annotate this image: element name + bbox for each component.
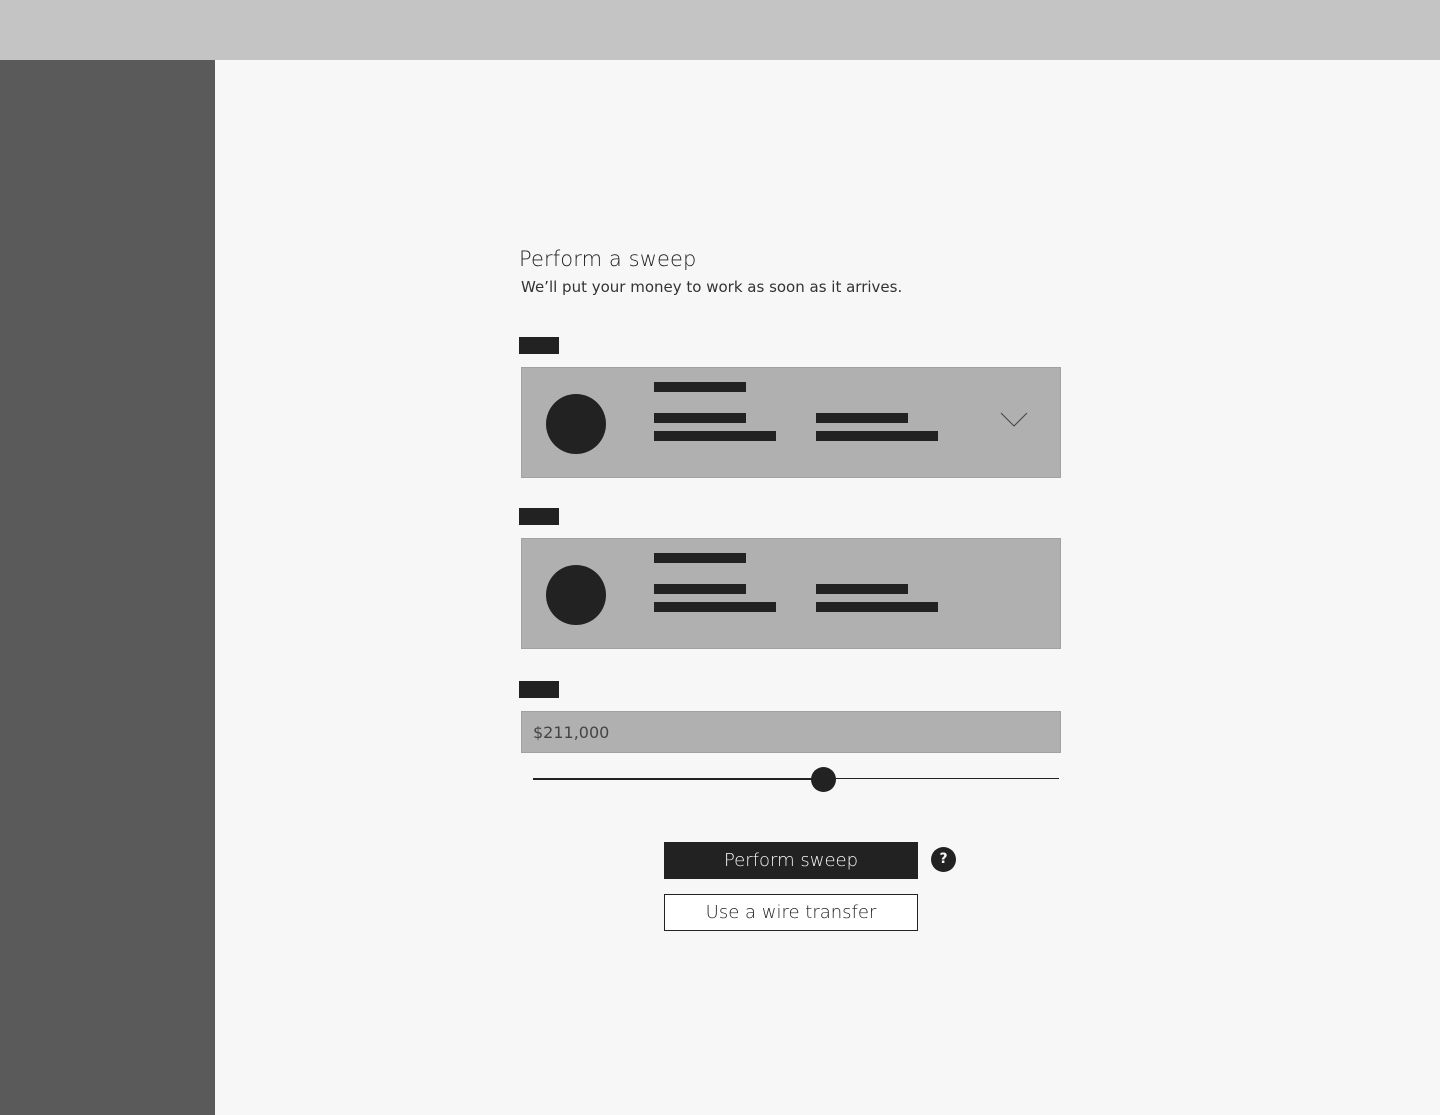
account-detail-label-placeholder: [654, 584, 746, 594]
amount-label-placeholder: [519, 681, 559, 698]
amount-slider[interactable]: [533, 766, 1059, 792]
top-bar: [0, 0, 1440, 60]
account-name-placeholder: [654, 382, 746, 392]
perform-sweep-button[interactable]: Perform sweep: [664, 842, 918, 879]
page-title: Perform a sweep: [519, 247, 697, 271]
account-detail-label-placeholder: [654, 413, 746, 423]
slider-thumb[interactable]: [811, 767, 836, 792]
account-balance-value-placeholder: [816, 431, 938, 441]
account-detail-value-placeholder: [654, 602, 776, 612]
amount-input[interactable]: [521, 711, 1061, 753]
to-account-card: [521, 538, 1061, 649]
page-subtitle: We’ll put your money to work as soon as …: [521, 278, 903, 296]
account-name-placeholder: [654, 553, 746, 563]
wire-transfer-button[interactable]: Use a wire transfer: [664, 894, 918, 931]
slider-filled-track: [533, 778, 823, 780]
from-account-label-placeholder: [519, 337, 559, 354]
account-balance-label-placeholder: [816, 413, 908, 423]
help-icon[interactable]: ?: [931, 847, 956, 872]
account-balance-label-placeholder: [816, 584, 908, 594]
account-balance-value-placeholder: [816, 602, 938, 612]
chevron-down-icon[interactable]: [1000, 412, 1028, 428]
sidebar: [0, 60, 215, 1115]
account-avatar: [546, 394, 606, 454]
account-avatar: [546, 565, 606, 625]
to-account-label-placeholder: [519, 508, 559, 525]
account-detail-value-placeholder: [654, 431, 776, 441]
from-account-select[interactable]: [521, 367, 1061, 478]
